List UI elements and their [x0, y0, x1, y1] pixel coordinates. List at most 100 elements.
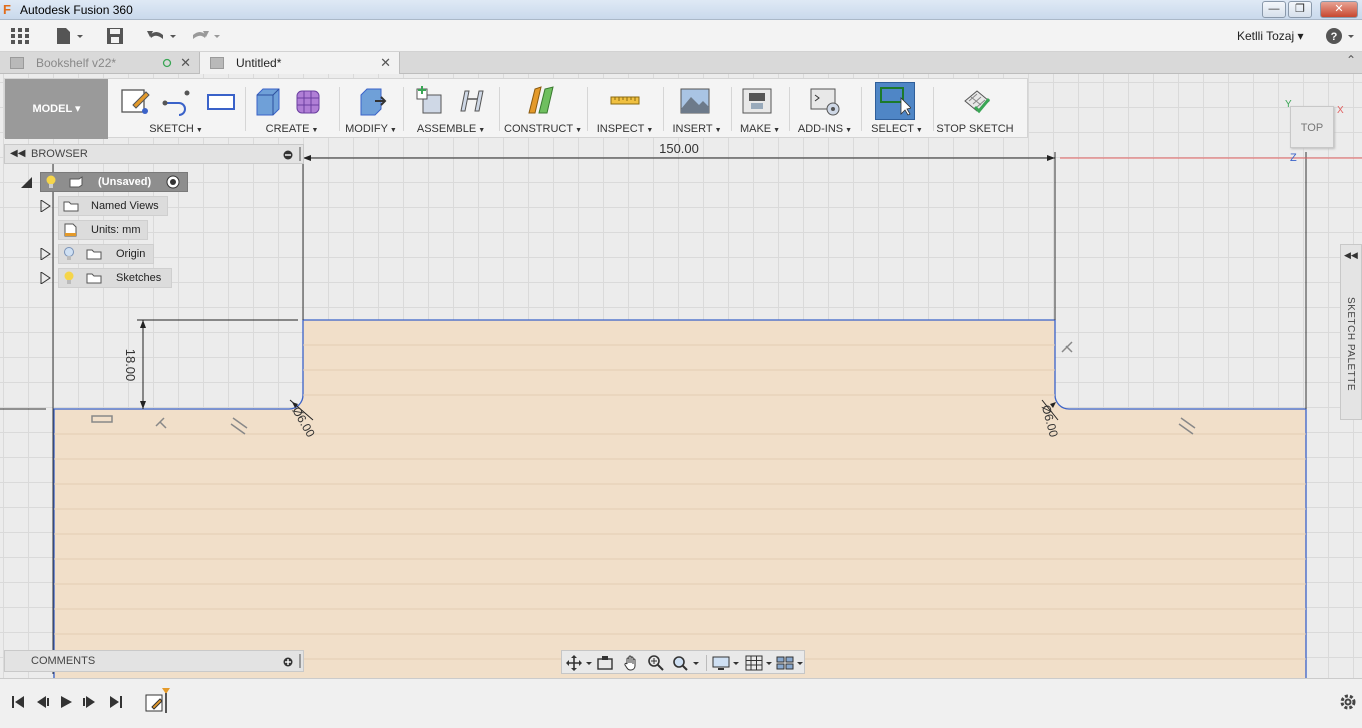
- make-group[interactable]: MAKE ▼: [735, 79, 785, 139]
- line-tool-icon[interactable]: [161, 85, 193, 117]
- add-comment-icon[interactable]: [283, 657, 293, 667]
- pan-hand-icon[interactable]: [623, 655, 639, 671]
- zoom-icon[interactable]: [648, 655, 664, 671]
- assemble-group[interactable]: ASSEMBLE ▼: [407, 79, 495, 139]
- panel-grip[interactable]: [299, 654, 301, 668]
- viewports-icon[interactable]: [776, 655, 804, 671]
- insert-group[interactable]: INSERT ▼: [667, 79, 727, 139]
- select-group[interactable]: SELECT ▼: [865, 79, 929, 139]
- browser-item-named-views[interactable]: Named Views: [58, 196, 168, 216]
- new-component-icon[interactable]: [413, 85, 445, 117]
- timeline-sketch-feature-icon[interactable]: [144, 687, 174, 717]
- comments-panel: COMMENTS: [4, 650, 304, 672]
- create-group[interactable]: CREATE ▼: [249, 79, 335, 139]
- modify-menu-label[interactable]: MODIFY ▼: [343, 123, 399, 135]
- separator: [789, 87, 790, 131]
- sketch-palette[interactable]: ◀◀ SKETCH PALETTE: [1340, 244, 1362, 420]
- width-dimension[interactable]: 150.00: [303, 141, 1055, 161]
- form-icon[interactable]: [293, 85, 325, 117]
- extrude-icon[interactable]: [251, 85, 283, 117]
- workspace-switcher-button[interactable]: MODEL ▾: [5, 79, 108, 139]
- height-dimension[interactable]: 18.00: [123, 319, 298, 409]
- timeline-settings-gear-icon[interactable]: [1339, 693, 1357, 711]
- press-pull-icon[interactable]: [355, 85, 387, 117]
- user-account-menu[interactable]: Ketlli Tozaj ▾: [1237, 29, 1304, 43]
- zoom-window-icon[interactable]: [672, 655, 700, 671]
- create-sketch-icon[interactable]: [119, 85, 151, 117]
- browser-item-units[interactable]: Units: mm: [58, 220, 148, 240]
- redo-icon[interactable]: [190, 27, 222, 47]
- browser-item-origin[interactable]: Origin: [58, 244, 154, 264]
- visibility-bulb-icon[interactable]: [63, 247, 75, 261]
- sketch-group[interactable]: SKETCH ▼: [111, 79, 241, 139]
- expand-palette-icon[interactable]: ◀◀: [1344, 250, 1358, 261]
- sketch-menu-label[interactable]: SKETCH ▼: [111, 123, 241, 135]
- help-icon[interactable]: ?: [1325, 27, 1357, 47]
- close-tab-icon[interactable]: ✕: [380, 52, 391, 74]
- step-forward-icon[interactable]: [82, 694, 98, 710]
- perpendicular-constraint-icon[interactable]: [1061, 341, 1073, 353]
- inspect-menu-label[interactable]: INSPECT ▼: [591, 123, 659, 135]
- construct-group[interactable]: CONSTRUCT ▼: [503, 79, 583, 139]
- make-menu-label[interactable]: MAKE ▼: [735, 123, 785, 135]
- stop-sketch-group[interactable]: STOP SKETCH: [935, 79, 1015, 139]
- visibility-bulb-icon[interactable]: [45, 175, 57, 189]
- close-window-button[interactable]: ✕: [1320, 1, 1358, 18]
- visibility-bulb-icon[interactable]: [63, 271, 75, 285]
- add-ins-menu-label[interactable]: ADD-INS ▼: [793, 123, 857, 135]
- window-title: Autodesk Fusion 360: [20, 3, 133, 17]
- step-back-icon[interactable]: [34, 694, 50, 710]
- width-dimension-label[interactable]: 150.00: [659, 141, 699, 156]
- go-to-start-icon[interactable]: [10, 694, 26, 710]
- browser-minimize-icon[interactable]: [283, 150, 293, 160]
- assemble-menu-label[interactable]: ASSEMBLE ▼: [407, 123, 495, 135]
- construct-menu-label[interactable]: CONSTRUCT ▼: [503, 123, 583, 135]
- panel-grip[interactable]: [299, 147, 301, 161]
- close-tab-icon[interactable]: ✕: [180, 52, 191, 74]
- scripts-addins-icon[interactable]: [809, 85, 841, 117]
- collapse-tabs-icon[interactable]: ⌃: [1346, 53, 1356, 67]
- stop-sketch-icon[interactable]: [961, 85, 993, 117]
- window-select-icon[interactable]: [879, 84, 911, 116]
- rectangle-tool-icon[interactable]: [205, 85, 237, 117]
- offset-plane-icon[interactable]: [525, 85, 557, 117]
- maximize-button[interactable]: ❐: [1288, 1, 1312, 18]
- look-at-icon[interactable]: [597, 655, 613, 671]
- insert-menu-label[interactable]: INSERT ▼: [667, 123, 727, 135]
- tab-untitled[interactable]: Untitled* ✕: [200, 52, 400, 74]
- select-menu-label[interactable]: SELECT ▼: [865, 123, 929, 135]
- tab-bookshelf[interactable]: Bookshelf v22* ✕: [0, 52, 200, 74]
- expand-root-icon[interactable]: [20, 176, 34, 190]
- sketch-geometry[interactable]: 150.00 18.00 Ø6.00 Ø6.00: [0, 74, 1362, 678]
- go-to-end-icon[interactable]: [108, 694, 124, 710]
- expand-named-views-icon[interactable]: [39, 200, 51, 212]
- measure-icon[interactable]: [609, 85, 641, 117]
- create-menu-label[interactable]: CREATE ▼: [249, 123, 335, 135]
- display-settings-icon[interactable]: [712, 655, 740, 671]
- expand-sketches-icon[interactable]: [39, 272, 51, 284]
- undo-icon[interactable]: [146, 27, 178, 47]
- collapse-browser-icon[interactable]: ◀◀: [10, 148, 25, 159]
- save-icon[interactable]: [106, 27, 124, 47]
- 3d-print-icon[interactable]: [741, 85, 773, 117]
- grid-settings-icon[interactable]: [745, 655, 773, 671]
- design-canvas[interactable]: 150.00 18.00 Ø6.00 Ø6.00: [0, 74, 1362, 678]
- activate-component-icon[interactable]: [166, 175, 180, 189]
- stop-sketch-label[interactable]: STOP SKETCH: [935, 123, 1015, 135]
- expand-origin-icon[interactable]: [39, 248, 51, 260]
- add-ins-group[interactable]: ADD-INS ▼: [793, 79, 857, 139]
- joint-icon[interactable]: [455, 85, 487, 117]
- modify-group[interactable]: MODIFY ▼: [343, 79, 399, 139]
- play-icon[interactable]: [58, 694, 74, 710]
- viewcube-top[interactable]: TOP: [1290, 106, 1334, 148]
- height-dimension-label[interactable]: 18.00: [123, 349, 138, 382]
- insert-image-icon[interactable]: [679, 85, 711, 117]
- minimize-button[interactable]: —: [1262, 1, 1286, 18]
- browser-item-sketches[interactable]: Sketches: [58, 268, 172, 288]
- inspect-group[interactable]: INSPECT ▼: [591, 79, 659, 139]
- data-panel-grid-icon[interactable]: [10, 27, 30, 47]
- sketch-profile[interactable]: [53, 319, 1307, 678]
- file-menu-icon[interactable]: [55, 27, 85, 47]
- orbit-icon[interactable]: [566, 655, 592, 671]
- separator: [861, 87, 862, 131]
